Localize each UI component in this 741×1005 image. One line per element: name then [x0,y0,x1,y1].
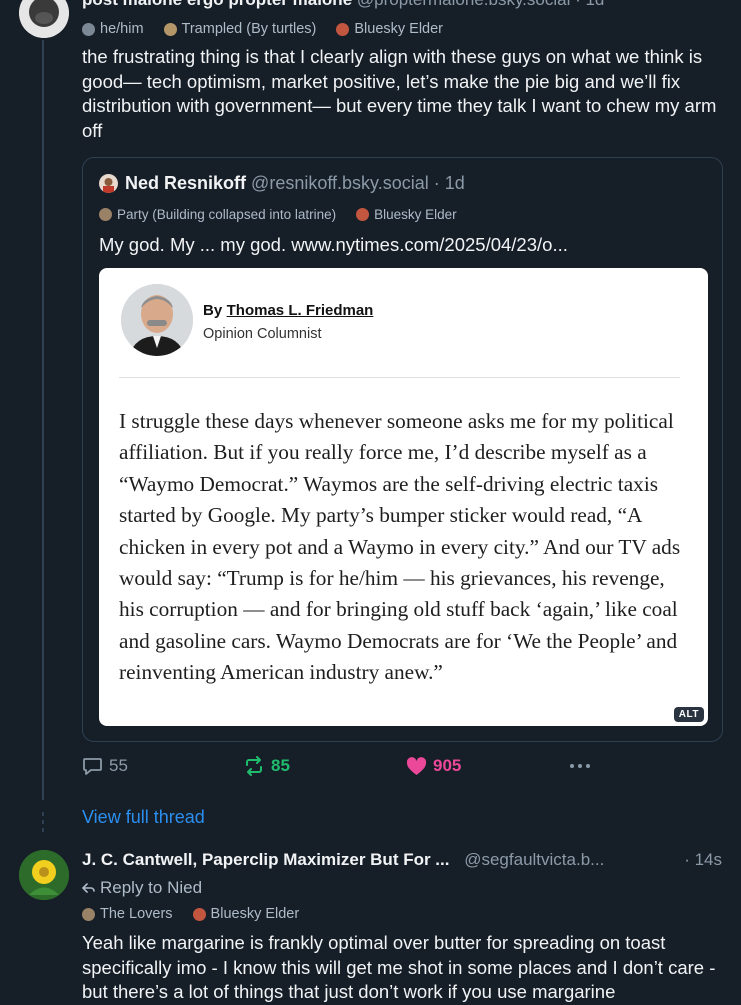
badge-elder: Bluesky Elder [356,207,457,222]
like-count: 905 [433,756,462,775]
quoted-post[interactable]: Ned Resnikoff @resnikoff.bsky.social · 1… [82,157,723,742]
quote-badges: Party (Building collapsed into latrine) … [99,207,471,222]
quote-text: My god. My ... my god. www.nytimes.com/2… [99,234,568,255]
reply-button[interactable]: 55 [82,756,128,776]
reply-badges: The Lovers Bluesky Elder [82,906,313,922]
reply-to-text: Reply to Nied [100,878,203,897]
thread-dot [42,812,44,816]
columnist-photo [121,284,193,356]
byline-author: Thomas L. Friedman [226,302,374,319]
more-options-button[interactable] [568,756,592,776]
reply-count: 55 [109,756,128,775]
repost-icon [246,756,262,776]
reply-header: J. C. Cantwell, Paperclip Maximizer But … [82,850,722,870]
ellipsis-icon [570,764,590,768]
byline: By Thomas L. Friedman Opinion Columnist [203,302,373,342]
badge-elder[interactable]: Bluesky Elder [336,21,443,37]
reply-author-name[interactable]: J. C. Cantwell, Paperclip Maximizer But … [82,850,449,869]
reply-arrow-icon [82,883,95,893]
reply-icon [83,758,102,775]
elder-icon [192,907,206,921]
turtle-icon [163,22,177,36]
badge-label: Bluesky Elder [354,21,444,37]
badge-label: Trampled (By turtles) [181,21,317,37]
byline-by: By [203,302,223,319]
pronoun-icon [82,22,95,36]
reply-author-handle[interactable]: @segfaultvicta.b... [464,850,604,869]
badge-label: Party (Building collapsed into latrine) [117,207,337,222]
badge-lovers[interactable]: The Lovers [82,906,173,922]
quote-author-name: Ned Resnikoff [125,173,247,193]
thread-dot [42,820,44,824]
quote-author-avatar [99,174,118,193]
reply-text: Yeah like margarine is frankly optimal o… [82,932,716,1002]
badge-label: The Lovers [100,906,173,922]
author-badges: he/him Trampled (By turtles) Bluesky Eld… [82,21,457,37]
author-handle[interactable]: @proptermalone.bsky.social · 1d [357,0,605,9]
elder-icon [336,22,350,36]
alt-badge[interactable]: ALT [673,707,704,722]
author-name[interactable]: post malone ergo propter malone [82,0,352,9]
article-excerpt: I struggle these days whenever someone a… [119,409,681,685]
badge-label: Bluesky Elder [210,906,300,922]
post-text: the frustrating thing is that I clearly … [82,46,717,141]
reply-time[interactable]: · 14s [684,850,722,870]
thread-line [42,40,44,800]
reply-author-avatar[interactable] [19,850,69,900]
article-image[interactable]: By Thomas L. Friedman Opinion Columnist … [99,268,708,726]
thread-dot [42,828,44,832]
lovers-icon [82,907,95,921]
heart-icon [406,756,427,775]
elder-icon [356,208,370,221]
badge-party: Party (Building collapsed into latrine) [99,207,336,222]
author-avatar[interactable] [19,0,69,38]
article-divider [119,377,680,378]
repost-count: 85 [271,756,290,775]
post-header: post malone ergo propter malone @propter… [82,0,604,10]
quote-header: Ned Resnikoff @resnikoff.bsky.social · 1… [125,173,465,194]
view-full-thread-link[interactable]: View full thread [82,807,205,828]
badge-label: he/him [100,21,144,37]
like-button[interactable]: 905 [406,756,461,776]
reply-to-line[interactable]: Reply to Nied [82,878,202,898]
badge-pronouns[interactable]: he/him [82,21,144,37]
badge-trampled[interactable]: Trampled (By turtles) [163,21,317,37]
byline-role: Opinion Columnist [203,326,322,342]
party-icon [99,208,112,221]
badge-elder[interactable]: Bluesky Elder [192,906,300,922]
badge-label: Bluesky Elder [374,207,457,222]
repost-button[interactable]: 85 [243,756,290,776]
quote-author-handle: @resnikoff.bsky.social · 1d [251,173,465,193]
